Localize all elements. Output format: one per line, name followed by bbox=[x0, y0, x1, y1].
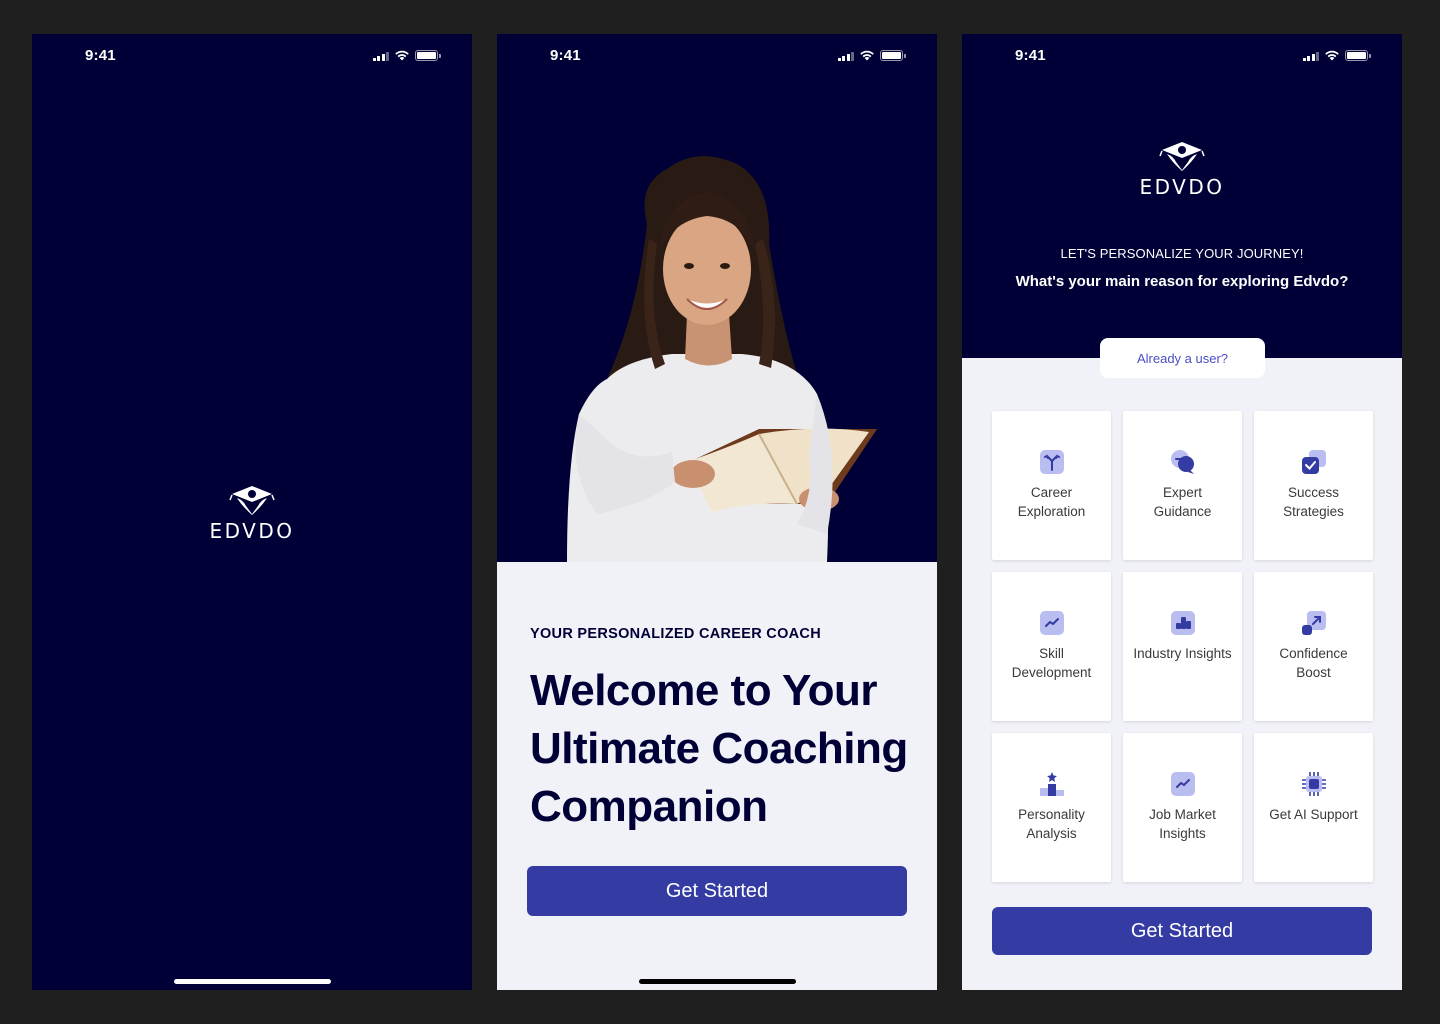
option-label: Confidence Boost bbox=[1279, 646, 1348, 680]
status-bar: 9:41 bbox=[32, 34, 472, 78]
status-bar: 9:41 bbox=[962, 34, 1402, 78]
ai-chip-icon bbox=[1301, 772, 1326, 796]
option-label: Skill Development bbox=[1011, 646, 1092, 680]
wifi-icon bbox=[860, 50, 874, 61]
option-personality-analysis[interactable]: Personality Analysis bbox=[992, 733, 1111, 882]
arrow-up-right-icon bbox=[1301, 611, 1326, 635]
option-label: Success Strategies bbox=[1283, 485, 1344, 519]
edvdo-logo: EDVDO bbox=[202, 484, 302, 543]
option-label: Get AI Support bbox=[1269, 807, 1358, 822]
student-with-book-illustration bbox=[567, 156, 877, 562]
wifi-icon bbox=[1325, 50, 1339, 61]
option-career-exploration[interactable]: Career Exploration bbox=[992, 411, 1111, 560]
option-confidence-boost[interactable]: Confidence Boost bbox=[1254, 572, 1373, 721]
get-started-button[interactable]: Get Started bbox=[527, 866, 907, 916]
market-trend-icon bbox=[1170, 772, 1195, 796]
hero-image bbox=[497, 34, 937, 562]
status-icons bbox=[837, 50, 906, 61]
option-get-ai-support[interactable]: Get AI Support bbox=[1254, 733, 1373, 882]
graduation-cap-logo-icon bbox=[1159, 142, 1205, 171]
journey-question: What's your main reason for exploring Ed… bbox=[1015, 273, 1349, 290]
personalize-screen: 9:41 EDVDO LET'S PERSONALIZE YOUR JOURNE… bbox=[962, 34, 1402, 990]
welcome-kicker: YOUR PERSONALIZED CAREER COACH bbox=[530, 626, 821, 642]
option-job-market-insights[interactable]: Job Market Insights bbox=[1123, 733, 1242, 882]
signpost-icon bbox=[1039, 450, 1064, 474]
option-label: Industry Insights bbox=[1133, 646, 1232, 661]
brand-name: EDVDO bbox=[209, 519, 295, 543]
trend-chart-icon bbox=[1039, 611, 1064, 635]
cellular-signal-icon bbox=[372, 51, 389, 61]
status-bar: 9:41 bbox=[497, 34, 937, 78]
status-time: 9:41 bbox=[550, 47, 581, 64]
wifi-icon bbox=[395, 50, 409, 61]
home-indicator[interactable] bbox=[174, 979, 331, 984]
battery-icon bbox=[415, 50, 441, 61]
option-success-strategies[interactable]: Success Strategies bbox=[1254, 411, 1373, 560]
get-started-button[interactable]: Get Started bbox=[992, 907, 1372, 955]
brand-name: EDVDO bbox=[1139, 175, 1225, 199]
welcome-title: Welcome to Your Ultimate Coaching Compan… bbox=[530, 666, 908, 831]
option-label: Career Exploration bbox=[1017, 485, 1086, 519]
status-icons bbox=[1302, 50, 1371, 61]
edvdo-logo: EDVDO bbox=[1132, 140, 1232, 199]
home-indicator[interactable] bbox=[639, 979, 796, 984]
option-industry-insights[interactable]: Industry Insights bbox=[1123, 572, 1242, 721]
podium-star-icon bbox=[1039, 772, 1064, 796]
option-label: Personality Analysis bbox=[1018, 807, 1085, 841]
battery-icon bbox=[880, 50, 906, 61]
status-time: 9:41 bbox=[85, 47, 116, 64]
splash-screen: 9:41 EDVDO bbox=[32, 34, 472, 990]
checklist-icon bbox=[1301, 450, 1326, 474]
option-label: Job Market Insights bbox=[1149, 807, 1216, 841]
reason-options-grid: Career Exploration Expert Guidance Succe… bbox=[992, 411, 1373, 882]
status-icons bbox=[372, 50, 441, 61]
option-expert-guidance[interactable]: Expert Guidance bbox=[1123, 411, 1242, 560]
already-user-button[interactable]: Already a user? bbox=[1100, 338, 1265, 378]
option-label: Expert Guidance bbox=[1153, 485, 1212, 519]
welcome-screen: 9:41 YOUR PERSONALIZED CAREER COACH Welc… bbox=[497, 34, 937, 990]
battery-icon bbox=[1345, 50, 1371, 61]
graduation-cap-logo-icon bbox=[229, 486, 275, 515]
journey-kicker: LET'S PERSONALIZE YOUR JOURNEY! bbox=[1060, 246, 1304, 261]
cellular-signal-icon bbox=[837, 51, 854, 61]
status-time: 9:41 bbox=[1015, 47, 1046, 64]
chat-bubbles-icon bbox=[1170, 450, 1194, 474]
blocks-chart-icon bbox=[1170, 611, 1195, 635]
cellular-signal-icon bbox=[1302, 51, 1319, 61]
option-skill-development[interactable]: Skill Development bbox=[992, 572, 1111, 721]
